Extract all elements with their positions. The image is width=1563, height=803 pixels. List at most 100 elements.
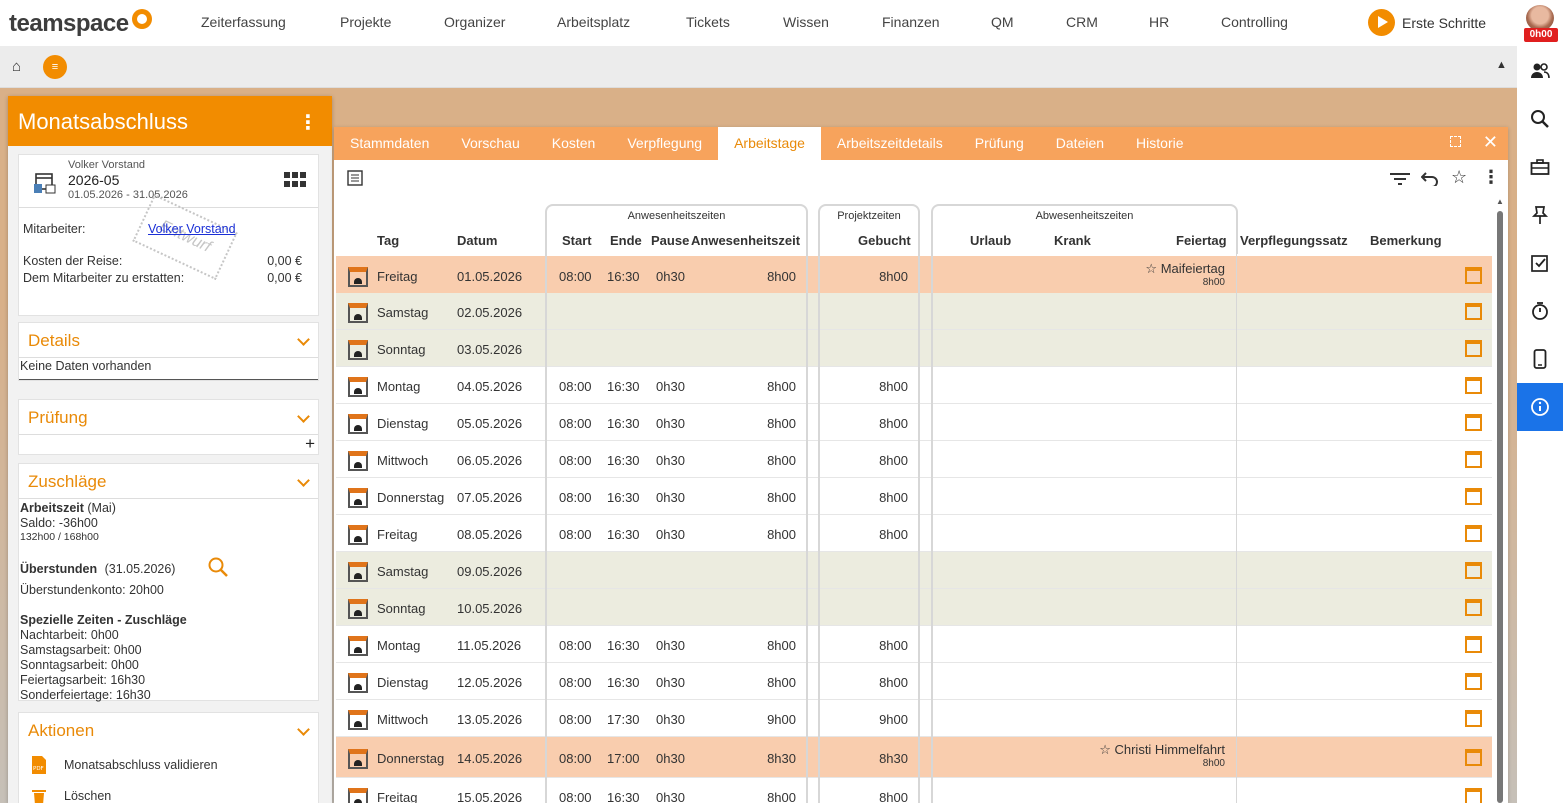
tab-dateien[interactable]: Dateien [1040, 127, 1120, 160]
edit-day-icon[interactable] [1465, 749, 1482, 766]
tab-vorschau[interactable]: Vorschau [445, 127, 535, 160]
maximize-icon[interactable] [1450, 136, 1461, 147]
col-ende[interactable]: Ende [610, 233, 642, 248]
nav-tickets[interactable]: Tickets [686, 14, 730, 30]
edit-day-icon[interactable] [1465, 488, 1482, 505]
star-icon[interactable]: ☆ [1451, 167, 1467, 188]
erste-schritte-button[interactable]: Erste Schritte [1368, 9, 1486, 36]
info-icon[interactable] [1517, 383, 1563, 431]
table-row[interactable]: Montag 04.05.2026 08:00 16:30 0h30 8h00 8h00 [336, 367, 1492, 404]
pruefung-header[interactable]: Prüfung [19, 400, 318, 435]
edit-day-icon[interactable] [1465, 788, 1482, 803]
tab-kosten[interactable]: Kosten [536, 127, 612, 160]
edit-day-icon[interactable] [1465, 267, 1482, 284]
col-bemerkung[interactable]: Bemerkung [1370, 233, 1442, 248]
zuschlaege-header[interactable]: Zuschläge [19, 464, 318, 499]
mobile-icon[interactable] [1517, 340, 1563, 377]
tab-verpflegung[interactable]: Verpflegung [611, 127, 718, 160]
pin-icon[interactable] [1517, 196, 1563, 233]
nav-finanzen[interactable]: Finanzen [882, 14, 940, 30]
nav-projekte[interactable]: Projekte [340, 14, 391, 30]
nav-zeiterfassung[interactable]: Zeiterfassung [201, 14, 286, 30]
vertical-scrollbar[interactable]: ▲ [1496, 197, 1504, 803]
table-row[interactable]: Mittwoch 06.05.2026 08:00 16:30 0h30 8h00 8h00 [336, 441, 1492, 478]
nav-crm[interactable]: CRM [1066, 14, 1098, 30]
edit-day-icon[interactable] [1465, 710, 1482, 727]
edit-day-icon[interactable] [1465, 451, 1482, 468]
edit-day-icon[interactable] [1465, 377, 1482, 394]
nav-qm[interactable]: QM [991, 14, 1014, 30]
close-icon[interactable]: ✕ [1483, 132, 1498, 153]
edit-day-icon[interactable] [1465, 636, 1482, 653]
table-row[interactable]: Sonntag 03.05.2026 [336, 330, 1492, 367]
table-row[interactable]: Sonntag 10.05.2026 [336, 589, 1492, 626]
col-datum[interactable]: Datum [457, 233, 497, 248]
tab-pruefung[interactable]: Prüfung [959, 127, 1040, 160]
menu-toggle-icon[interactable]: ≡ [43, 55, 67, 79]
more-options-icon[interactable]: ⋮ [298, 110, 318, 135]
checklist-icon[interactable] [1517, 244, 1563, 281]
star-icon: ☆ [1099, 742, 1115, 757]
col-tag[interactable]: Tag [377, 233, 399, 248]
col-urlaub[interactable]: Urlaub [970, 233, 1011, 248]
list-view-icon[interactable] [347, 170, 363, 186]
nav-hr[interactable]: HR [1149, 14, 1169, 30]
col-gebucht[interactable]: Gebucht [858, 233, 911, 248]
grid-view-icon[interactable] [284, 172, 306, 188]
col-start[interactable]: Start [562, 233, 592, 248]
edit-day-icon[interactable] [1465, 303, 1482, 320]
col-pause[interactable]: Pause [651, 233, 689, 248]
more-options-icon[interactable]: ⋮ [1482, 167, 1500, 188]
table-row[interactable]: Freitag 15.05.2026 08:00 16:30 0h30 8h00 8h00 [336, 778, 1492, 803]
home-icon[interactable]: ⌂ [12, 58, 21, 75]
nav-wissen[interactable]: Wissen [783, 14, 829, 30]
table-row[interactable]: Freitag 08.05.2026 08:00 16:30 0h30 8h00 8h00 [336, 515, 1492, 552]
edit-day-icon[interactable] [1465, 525, 1482, 542]
tab-stammdaten[interactable]: Stammdaten [334, 127, 445, 160]
col-verpflegungssatz[interactable]: Verpflegungssatz [1240, 233, 1348, 248]
briefcase-icon[interactable] [1517, 148, 1563, 185]
table-row[interactable]: Mittwoch 13.05.2026 08:00 17:30 0h30 9h00 9h00 [336, 700, 1492, 737]
edit-day-icon[interactable] [1465, 340, 1482, 357]
nav-controlling[interactable]: Controlling [1221, 14, 1288, 30]
teamspace-logo[interactable]: teamspace [9, 9, 152, 38]
edit-day-icon[interactable] [1465, 599, 1482, 616]
summary-range: 01.05.2026 - 31.05.2026 [68, 189, 188, 201]
validieren-action[interactable]: PDF Monatsabschluss validieren [31, 755, 218, 775]
tab-arbeitszeitdetails[interactable]: Arbeitszeitdetails [821, 127, 959, 160]
table-row[interactable]: Donnerstag 14.05.2026 08:00 17:00 0h30 8h30 8h… [336, 737, 1492, 778]
loeschen-action[interactable]: Löschen [31, 787, 111, 803]
col-anwesenheitszeit[interactable]: Anwesenheitszeit [691, 233, 800, 248]
filter-icon[interactable] [1390, 172, 1410, 186]
tab-historie[interactable]: Historie [1120, 127, 1199, 160]
users-icon[interactable] [1517, 52, 1563, 89]
col-krank[interactable]: Krank [1054, 233, 1091, 248]
search-icon[interactable] [207, 556, 229, 578]
nav-arbeitsplatz[interactable]: Arbeitsplatz [557, 14, 630, 30]
collapse-up-icon[interactable]: ▲ [1496, 59, 1507, 71]
search-icon[interactable] [1517, 100, 1563, 137]
table-row[interactable]: Dienstag 12.05.2026 08:00 16:30 0h30 8h00 8h00 [336, 663, 1492, 700]
details-header[interactable]: Details [19, 323, 318, 358]
scroll-thumb[interactable] [1497, 211, 1503, 803]
edit-day-icon[interactable] [1465, 562, 1482, 579]
edit-day-icon[interactable] [1465, 414, 1482, 431]
scroll-up-icon[interactable]: ▲ [1496, 197, 1504, 206]
stopwatch-icon[interactable] [1517, 292, 1563, 329]
mitarbeiter-link[interactable]: Volker Vorstand [148, 222, 236, 236]
table-row[interactable]: Samstag 02.05.2026 [336, 293, 1492, 330]
table-row[interactable]: Freitag 01.05.2026 08:00 16:30 0h30 8h00 8h00 ☆… [336, 256, 1492, 296]
table-row[interactable]: Samstag 09.05.2026 [336, 552, 1492, 589]
col-feiertag[interactable]: Feiertag [1176, 233, 1227, 248]
table-row[interactable]: Dienstag 05.05.2026 08:00 16:30 0h30 8h00 8h00 [336, 404, 1492, 441]
edit-day-icon[interactable] [1465, 673, 1482, 690]
add-icon[interactable]: + [305, 434, 315, 454]
tab-arbeitstage[interactable]: Arbeitstage [718, 127, 821, 160]
undo-icon[interactable] [1421, 170, 1439, 186]
sonderfeiertage: Sonderfeiertage: 16h30 [20, 688, 151, 702]
table-row[interactable]: Montag 11.05.2026 08:00 16:30 0h30 8h00 8h00 [336, 626, 1492, 663]
aktionen-header[interactable]: Aktionen [19, 713, 318, 748]
table-row[interactable]: Donnerstag 07.05.2026 08:00 16:30 0h30 8h00 8h… [336, 478, 1492, 515]
nav-organizer[interactable]: Organizer [444, 14, 505, 30]
summary-period: 2026-05 [68, 172, 120, 188]
